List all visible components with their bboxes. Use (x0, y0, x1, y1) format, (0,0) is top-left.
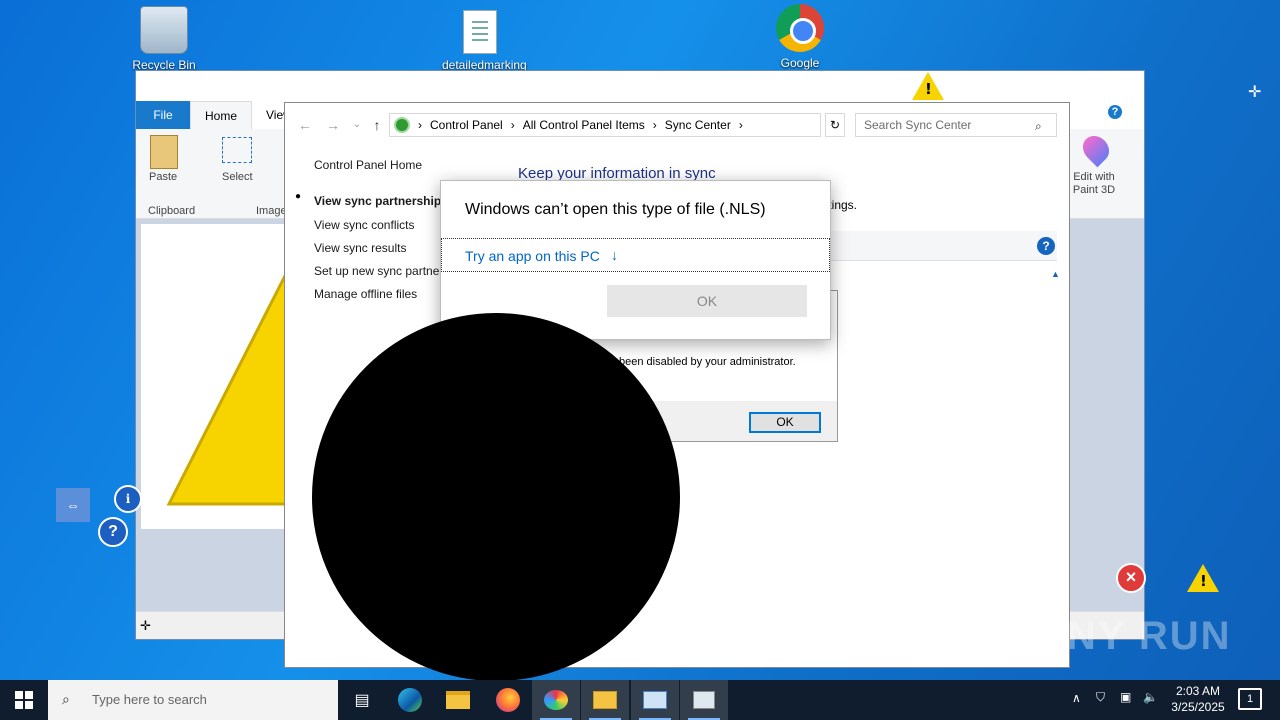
warning-triangle-drawing (166, 263, 291, 506)
firefox-icon[interactable] (484, 680, 532, 720)
arrow-down-icon: ↓ (611, 247, 618, 263)
select-button[interactable]: Select (222, 171, 253, 183)
info-icon: i (114, 485, 142, 513)
try-app-row[interactable]: Try an app on this PC ↓ (441, 238, 830, 272)
sidebar-item-view-sync-conflicts[interactable]: View sync conflicts (314, 218, 414, 232)
image-group-label: Image (256, 205, 287, 217)
chevron-right-icon: › (418, 118, 422, 132)
tab-file[interactable]: File (136, 101, 190, 129)
clock-time: 2:03 AM (1175, 684, 1221, 698)
bullet-icon: ● (295, 191, 302, 202)
notifications-icon[interactable]: 1 (1238, 688, 1262, 710)
breadcrumb[interactable]: › Control Panel › All Control Panel Item… (389, 113, 821, 137)
document-icon (463, 10, 497, 54)
paint-icon[interactable] (532, 680, 580, 720)
taskbar: ⌕ Type here to search ▤ ∧ ⛉ ▣ 🔈 2:03 AM … (0, 680, 1280, 720)
taskbar-search-input[interactable]: Type here to search (92, 692, 207, 707)
quick-access-toolbar (136, 71, 1144, 101)
disabled-message: been disabled by your administrator. (619, 356, 796, 368)
desktop-icon-detailedmarking[interactable]: detailedmarking (442, 10, 527, 72)
sync-center-icon (394, 117, 410, 133)
control-panel-taskbar-icon[interactable] (581, 680, 629, 720)
chevron-right-icon: › (738, 118, 743, 132)
address-bar-row: ← → ⌄ ↑ › Control Panel › All Control Pa… (285, 111, 1071, 139)
volume-icon[interactable]: 🔈 (1143, 690, 1158, 704)
back-arrow-icon[interactable]: ← (295, 115, 315, 135)
paste-icon[interactable] (150, 135, 178, 169)
network-icon[interactable]: ▣ (1120, 690, 1131, 704)
sync-center-taskbar-icon[interactable] (631, 680, 679, 720)
chevron-right-icon: › (652, 118, 657, 132)
toolbar-strip (831, 231, 1057, 261)
edit-with-paint3d-button[interactable]: Edit with Paint 3D (1072, 171, 1116, 197)
sidebar-item-setup-sync-partnership[interactable]: Set up new sync partner (314, 264, 441, 278)
warning-icon: ! (912, 72, 944, 100)
error-icon: × (1116, 563, 1146, 593)
recycle-bin-icon (140, 6, 188, 54)
dialog-title: Windows can’t open this type of file (.N… (465, 201, 766, 218)
clock-date: 3/25/2025 (1171, 700, 1225, 714)
chrome-icon (776, 4, 824, 52)
tab-home[interactable]: Home (190, 101, 253, 129)
sidebar-item-view-sync-results[interactable]: View sync results (314, 241, 406, 255)
paint-canvas[interactable] (141, 224, 291, 529)
sidebar-item-manage-offline-files[interactable]: Manage offline files (314, 287, 417, 301)
up-arrow-icon[interactable]: ↑ (367, 115, 387, 135)
sidebar-item-control-panel-home[interactable]: Control Panel Home (314, 158, 422, 172)
edge-icon[interactable] (386, 680, 434, 720)
search-icon: ⌕ (1035, 119, 1042, 133)
breadcrumb-sync-center[interactable]: Sync Center (665, 118, 731, 132)
sidebar-item-view-sync-partnerships[interactable]: View sync partnerships (314, 194, 448, 208)
help-icon[interactable]: ? (1037, 237, 1055, 255)
search-input[interactable]: Search Sync Center (855, 113, 1057, 137)
move-cursor-icon: ✛ (1248, 84, 1262, 101)
forward-arrow-icon[interactable]: → (323, 115, 343, 135)
question-icon: ? (98, 517, 128, 547)
windows-logo-icon (15, 691, 33, 709)
breadcrumb-control-panel[interactable]: Control Panel (430, 118, 503, 132)
recent-dropdown-icon[interactable]: ⌄ (347, 115, 367, 135)
collapse-icon[interactable]: ▲ (1051, 269, 1060, 279)
clipboard-group-label: Clipboard (148, 205, 196, 217)
taskbar-search-box[interactable]: ⌕ Type here to search (48, 680, 338, 720)
ok-button[interactable]: OK (607, 285, 807, 317)
move-cursor-icon: ✛ (140, 618, 151, 633)
resize-horizontal-icon: ⇔ (56, 488, 90, 522)
warning-icon: ! (1187, 564, 1219, 592)
search-icon: ⌕ (62, 691, 70, 707)
desktop-icon-recycle-bin[interactable]: Recycle Bin (126, 6, 202, 72)
select-icon[interactable] (222, 137, 252, 163)
help-icon[interactable]: ? (1108, 105, 1122, 119)
clock[interactable]: 2:03 AM 3/25/2025 (1166, 683, 1230, 715)
paint3d-icon[interactable] (1077, 130, 1115, 168)
chevron-up-icon[interactable]: ∧ (1072, 691, 1081, 705)
start-button[interactable] (0, 680, 48, 720)
black-circle-overlay (312, 313, 680, 681)
paste-button[interactable]: Paste (149, 171, 177, 183)
refresh-icon[interactable]: ↻ (825, 113, 845, 137)
network-security-icon[interactable]: ⛉ (1096, 690, 1105, 705)
chevron-right-icon: › (510, 118, 515, 132)
dialog-taskbar-icon[interactable] (680, 680, 728, 720)
file-explorer-icon[interactable] (434, 680, 482, 720)
watermark: ANY RUN (1036, 614, 1232, 658)
breadcrumb-all-items[interactable]: All Control Panel Items (523, 118, 645, 132)
try-app-link[interactable]: Try an app on this PC (465, 248, 600, 264)
disabled-ok-button[interactable]: OK (749, 412, 821, 433)
task-view-icon[interactable]: ▤ (338, 680, 386, 720)
